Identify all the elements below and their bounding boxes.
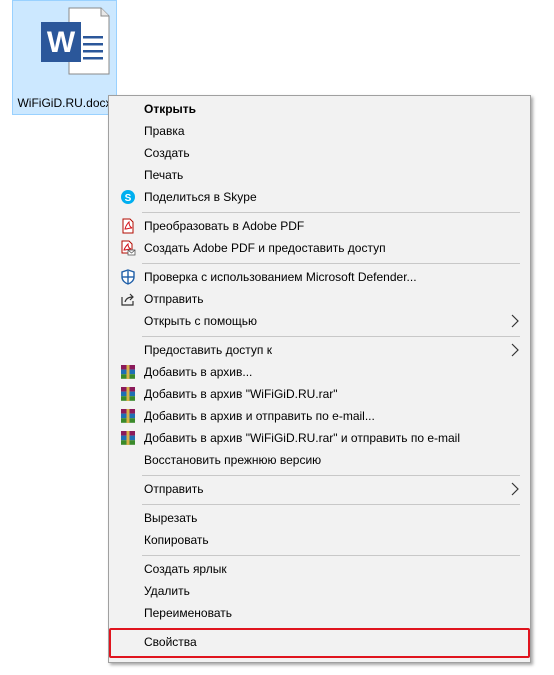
menu-item-label: Поделиться в Skype (144, 190, 257, 204)
menu-item-add-archive[interactable]: Добавить в архив... (111, 361, 528, 383)
chevron-right-icon (511, 343, 519, 357)
menu-separator (142, 263, 520, 264)
menu-item-copy[interactable]: Копировать (111, 529, 528, 551)
defender-shield-icon (121, 269, 135, 285)
menu-item-label: Создать Adobe PDF и предоставить доступ (144, 241, 386, 255)
menu-item-label: Добавить в архив "WiFiGiD.RU.rar" (144, 387, 338, 401)
menu-item-send-to[interactable]: Отправить (111, 478, 528, 500)
menu-item-add-archive-named-email[interactable]: Добавить в архив "WiFiGiD.RU.rar" и отпр… (111, 427, 528, 449)
menu-item-create-shortcut[interactable]: Создать ярлык (111, 558, 528, 580)
winrar-icon (121, 365, 135, 379)
menu-separator (142, 504, 520, 505)
menu-separator (142, 475, 520, 476)
menu-item-label: Отправить (144, 292, 204, 306)
menu-item-rename[interactable]: Переименовать (111, 602, 528, 624)
menu-item-label: Добавить в архив... (144, 365, 253, 379)
skype-icon: S (121, 190, 135, 204)
menu-item-add-archive-email[interactable]: Добавить в архив и отправить по e-mail..… (111, 405, 528, 427)
menu-item-label: Проверка с использованием Microsoft Defe… (144, 270, 417, 284)
word-document-icon: W (41, 7, 110, 75)
menu-item-label: Добавить в архив и отправить по e-mail..… (144, 409, 375, 423)
menu-separator (142, 336, 520, 337)
menu-item-cut[interactable]: Вырезать (111, 507, 528, 529)
menu-item-label: Создать ярлык (144, 562, 227, 576)
share-icon (121, 293, 134, 306)
adobe-pdf-share-icon (121, 240, 136, 256)
menu-item-label: Вырезать (144, 511, 198, 525)
menu-item-open-with[interactable]: Открыть с помощью (111, 310, 528, 332)
menu-item-give-access[interactable]: Предоставить доступ к (111, 339, 528, 361)
chevron-right-icon (511, 314, 519, 328)
menu-item-label: Восстановить прежнюю версию (144, 453, 322, 467)
menu-item-delete[interactable]: Удалить (111, 580, 528, 602)
menu-item-label: Удалить (144, 584, 190, 598)
menu-item-label: Преобразовать в Adobe PDF (144, 219, 305, 233)
file-name-label: WiFiGiD.RU.docx (17, 96, 112, 110)
chevron-right-icon (511, 482, 519, 496)
adobe-pdf-icon (122, 218, 134, 234)
file-icon-selected[interactable]: W WiFiGiD.RU.docx (12, 0, 117, 115)
menu-item-create-pdf-share[interactable]: Создать Adobe PDF и предоставить доступ (111, 237, 528, 259)
context-menu: Открыть Правка Создать Печать S Поделить… (108, 95, 531, 663)
menu-item-label: Переименовать (144, 606, 232, 620)
menu-item-defender-scan[interactable]: Проверка с использованием Microsoft Defe… (111, 266, 528, 288)
word-letter: W (47, 26, 76, 59)
menu-item-restore-previous[interactable]: Восстановить прежнюю версию (111, 449, 528, 471)
menu-item-label: Правка (144, 124, 185, 138)
menu-item-label: Отправить (144, 482, 204, 496)
menu-item-open[interactable]: Открыть (111, 98, 528, 120)
menu-separator (142, 212, 520, 213)
menu-separator (142, 555, 520, 556)
winrar-icon (121, 409, 135, 423)
menu-item-print[interactable]: Печать (111, 164, 528, 186)
menu-item-label: Открыть с помощью (144, 314, 258, 328)
menu-item-add-archive-named[interactable]: Добавить в архив "WiFiGiD.RU.rar" (111, 383, 528, 405)
menu-item-label: Копировать (144, 533, 209, 547)
menu-item-label: Открыть (144, 102, 197, 116)
winrar-icon (121, 387, 135, 401)
winrar-icon (121, 431, 135, 445)
menu-item-convert-pdf[interactable]: Преобразовать в Adobe PDF (111, 215, 528, 237)
menu-item-new[interactable]: Создать (111, 142, 528, 164)
menu-item-edit[interactable]: Правка (111, 120, 528, 142)
menu-item-share-skype[interactable]: S Поделиться в Skype (111, 186, 528, 208)
menu-item-label: Создать (144, 146, 190, 160)
menu-item-label: Печать (144, 168, 184, 182)
menu-item-label: Добавить в архив "WiFiGiD.RU.rar" и отпр… (144, 431, 461, 445)
svg-text:S: S (125, 193, 132, 204)
menu-item-send[interactable]: Отправить (111, 288, 528, 310)
menu-item-label: Предоставить доступ к (144, 343, 272, 357)
properties-highlight-frame (109, 628, 530, 658)
